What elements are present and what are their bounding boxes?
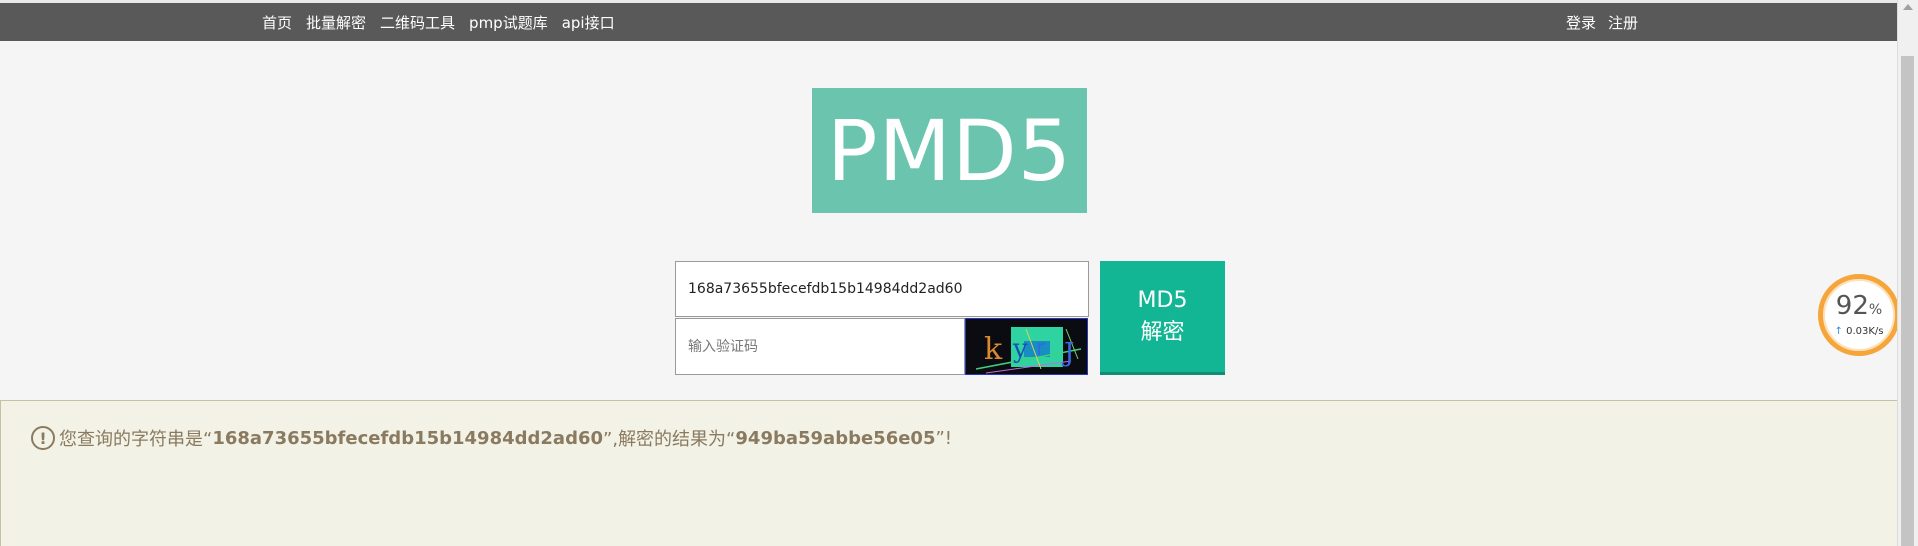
scrollbar-thumb[interactable] bbox=[1901, 56, 1914, 546]
result-message: ! 您查询的字符串是“ 168a73655bfecefdb15b14984dd2… bbox=[31, 425, 952, 451]
speed-percent-unit: % bbox=[1868, 302, 1883, 318]
top-navbar: 首页 批量解密 二维码工具 pmp试题库 api接口 登录 注册 bbox=[0, 3, 1898, 41]
site-logo: PMD5 bbox=[812, 88, 1087, 213]
captcha-input[interactable] bbox=[675, 318, 965, 375]
nav-pmp-questions-link[interactable]: pmp试题库 bbox=[469, 12, 548, 33]
captcha-graphic: k y r J bbox=[966, 319, 1087, 374]
captcha-image[interactable]: k y r J bbox=[965, 318, 1088, 375]
nav-batch-decrypt-link[interactable]: 批量解密 bbox=[306, 12, 366, 33]
md5-decrypt-button[interactable]: MD5 解密 bbox=[1100, 261, 1225, 375]
result-query-string: 168a73655bfecefdb15b14984dd2ad60 bbox=[212, 427, 604, 449]
speed-percent-value: 92 bbox=[1835, 291, 1869, 321]
result-suffix: ”! bbox=[935, 427, 953, 449]
nav-api-link[interactable]: api接口 bbox=[562, 12, 615, 33]
nav-home-link[interactable]: 首页 bbox=[262, 12, 292, 33]
scroll-up-arrow-icon[interactable] bbox=[1903, 4, 1913, 10]
result-panel: ! 您查询的字符串是“ 168a73655bfecefdb15b14984dd2… bbox=[0, 400, 1898, 546]
captcha-char-k: k bbox=[984, 332, 1003, 367]
speed-rate-value: 0.03K/s bbox=[1846, 326, 1884, 337]
speed-rate: ↑ 0.03K/s bbox=[1823, 326, 1895, 337]
nav-left-group: 首页 批量解密 二维码工具 pmp试题库 api接口 bbox=[262, 3, 615, 41]
vertical-scrollbar[interactable] bbox=[1897, 0, 1918, 546]
captcha-char-j: J bbox=[1061, 338, 1074, 368]
speed-percent: 92% bbox=[1823, 291, 1895, 321]
captcha-char-r: r bbox=[1036, 336, 1046, 361]
captcha-char-y: y bbox=[1012, 334, 1028, 364]
login-link[interactable]: 登录 bbox=[1566, 12, 1596, 33]
exclamation-circle-icon: ! bbox=[31, 426, 55, 450]
nav-qrcode-tool-link[interactable]: 二维码工具 bbox=[380, 12, 455, 33]
hash-input[interactable] bbox=[675, 261, 1089, 317]
network-speed-widget[interactable]: 92% ↑ 0.03K/s bbox=[1818, 274, 1900, 356]
result-middle: ”,解密的结果为“ bbox=[603, 429, 736, 450]
upload-arrow-icon: ↑ bbox=[1834, 326, 1843, 337]
result-prefix: 您查询的字符串是“ bbox=[59, 429, 213, 450]
result-answer: 949ba59abbe56e05 bbox=[735, 427, 936, 449]
nav-right-group: 登录 注册 bbox=[1566, 3, 1638, 41]
register-link[interactable]: 注册 bbox=[1608, 12, 1638, 33]
